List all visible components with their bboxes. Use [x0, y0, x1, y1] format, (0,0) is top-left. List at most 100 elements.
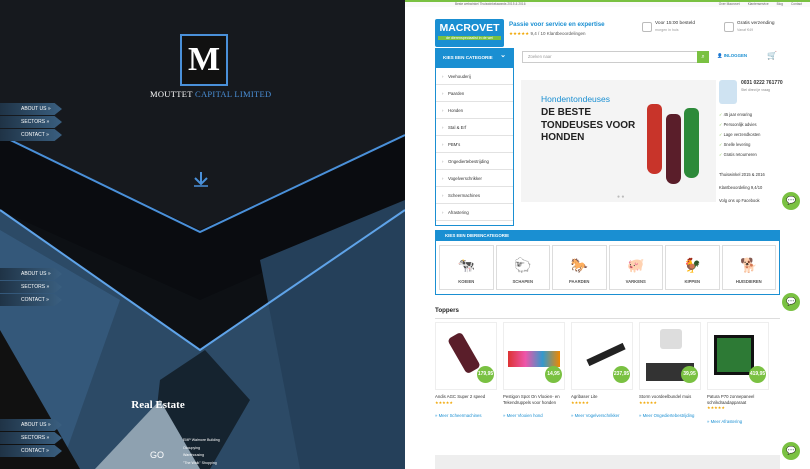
divider — [435, 318, 780, 319]
nav-about-us[interactable]: ABOUT US » — [0, 103, 62, 115]
product-card[interactable]: 237,95 Agribaser Lite ★★★★★ » Meer Vogel… — [571, 322, 633, 424]
price-badge: 14,95 — [545, 366, 562, 383]
more-link[interactable]: » Meer Ongediertebestrijding — [639, 413, 701, 419]
usp-title: Voor 15:00 besteld — [655, 21, 696, 26]
chat-icon[interactable]: 💬 — [782, 293, 800, 311]
logo-emblem[interactable]: M — [180, 34, 228, 86]
trust-item[interactable]: Volg ons op Facebook — [719, 194, 789, 207]
usp-shipping: Gratis verzending Vanaf €49 — [724, 21, 775, 33]
search-icon[interactable]: ⌕ — [697, 51, 709, 63]
benefit-item: 45 jaar ervaring — [719, 110, 789, 120]
more-link[interactable]: » Meer Afrastering — [707, 419, 769, 425]
chat-icon[interactable]: 💬 — [782, 192, 800, 210]
category-item[interactable]: Paarden — [436, 85, 513, 102]
product-card[interactable]: 39,95 Storm voordeelbundel muis ★★★★★ » … — [639, 322, 701, 424]
product-name[interactable]: Patura P70 zonnepaneel schrikdraadappara… — [707, 394, 769, 405]
avatar — [719, 80, 737, 104]
dog-icon: 🐕 — [740, 257, 758, 273]
animal-tile-schapen[interactable]: 🐑 SCHAPEN — [495, 245, 550, 290]
price-badge: 179,95 — [477, 366, 494, 383]
price-badge: 237,95 — [613, 366, 630, 383]
phone-text: 0031 0222 761770 — [741, 80, 783, 86]
product-card[interactable]: 419,95 Patura P70 zonnepaneel schrikdraa… — [707, 322, 769, 424]
rating-stars: ★★★★★ — [509, 31, 530, 36]
hero-title: DE BESTE TONDEUSES VOOR HONDEN — [541, 107, 636, 143]
scroll-down-icon[interactable] — [191, 170, 211, 190]
trust-item[interactable]: Klantbeoordeling 9,4/10 — [719, 181, 789, 194]
list-item[interactable]: Warehousing — [183, 452, 220, 460]
list-item[interactable]: EMP Walmore Building — [183, 437, 220, 445]
brand-sub: de dierenspeciaalist in de wei — [438, 36, 501, 40]
animal-tile-huisdieren[interactable]: 🐕 HUISDIEREN — [721, 245, 776, 290]
clipper-image — [647, 104, 662, 174]
search-input[interactable]: Zoeken naar — [522, 51, 709, 63]
chat-icon[interactable]: 💬 — [782, 442, 800, 460]
list-item[interactable]: "The Walk" Shopping — [183, 460, 220, 468]
category-item[interactable]: Veehouderij — [436, 68, 513, 85]
nav-sectors[interactable]: SECTORS » — [0, 116, 62, 128]
nav-about-us[interactable]: ABOUT US » — [0, 268, 62, 280]
animal-label: SCHAPEN — [512, 279, 533, 284]
nav-group-bottom: ABOUT US » SECTORS » CONTACT » — [0, 419, 62, 458]
animal-tile-kippen[interactable]: 🐓 KIPPEN — [665, 245, 720, 290]
trust-item[interactable]: Thuiswinkel 2015 & 2016 — [719, 168, 789, 181]
logo-name-1: MOUTTET — [150, 89, 193, 99]
phone-sub: Stel direct je vraag — [741, 88, 770, 92]
product-image[interactable]: 39,95 — [639, 322, 701, 390]
product-card[interactable]: 179,95 Andis AGC Super 2 speed ★★★★★ » M… — [435, 322, 497, 424]
product-image[interactable]: 419,95 — [707, 322, 769, 390]
cart-icon[interactable]: 🛒 — [767, 51, 777, 60]
category-item[interactable]: Stal & Erf — [436, 119, 513, 136]
product-list: 179,95 Andis AGC Super 2 speed ★★★★★ » M… — [435, 322, 780, 424]
category-item[interactable]: Vogelverschrikker — [436, 170, 513, 187]
more-link[interactable]: » Meer Vogelverschrikker — [571, 413, 633, 419]
category-item[interactable]: Scheermachines — [436, 187, 513, 204]
nav-about-us[interactable]: ABOUT US » — [0, 419, 62, 431]
animal-tile-varkens[interactable]: 🐖 VARKENS — [608, 245, 663, 290]
product-card[interactable]: 14,95 Pestigon Spot On Vlooien- en Teken… — [503, 322, 565, 424]
nav-contact[interactable]: CONTACT » — [0, 129, 62, 141]
benefit-list: 45 jaar ervaring Persoonlijk advies Lage… — [719, 110, 789, 160]
more-link[interactable]: » Meer Scheermachines — [435, 413, 497, 419]
price-badge: 39,95 — [681, 366, 698, 383]
carousel-dots[interactable]: ● ● — [617, 194, 624, 200]
animal-tile-koeien[interactable]: 🐄 KOEIEN — [439, 245, 494, 290]
product-stars: ★★★★★ — [639, 399, 657, 405]
login-link[interactable]: 👤 INLOGGEN — [717, 53, 747, 59]
macrovet-logo[interactable]: MACROVET de dierenspeciaalist in de wei — [435, 19, 504, 47]
more-link[interactable]: » Meer Vlooien hond — [503, 413, 565, 419]
rating: ★★★★★ 9,4 / 10 Klantbeoordelingen — [509, 31, 585, 37]
go-button[interactable]: GO — [150, 450, 164, 460]
tagline: Passie voor service en expertise — [509, 21, 605, 28]
nav-sectors[interactable]: SECTORS » — [0, 432, 62, 444]
category-item[interactable]: Ongediertebestrijding — [436, 153, 513, 170]
real-estate-list: EMP Walmore Building Occupying Warehousi… — [183, 437, 220, 467]
product-image[interactable]: 237,95 — [571, 322, 633, 390]
logo-letter: M — [187, 41, 221, 78]
category-item[interactable]: Afrastering — [436, 204, 513, 221]
list-item[interactable]: Occupying — [183, 445, 220, 453]
sheep-icon: 🐑 — [514, 257, 532, 273]
category-item[interactable]: Honden — [436, 102, 513, 119]
benefit-item: Snelle levering — [719, 140, 789, 150]
product-image[interactable]: 179,95 — [435, 322, 497, 390]
hero-banner[interactable]: Hondentondeuses DE BESTE TONDEUSES VOOR … — [521, 80, 716, 202]
nav-sectors[interactable]: SECTORS » — [0, 281, 62, 293]
animal-label: HUISDIEREN — [735, 279, 762, 284]
animal-category-header[interactable]: KIES EEN DIERENCATEGORIE — [435, 230, 780, 241]
nav-contact[interactable]: CONTACT » — [0, 445, 62, 457]
hero-subtitle: Hondentondeuses — [541, 94, 611, 104]
trust-badges: Thuiswinkel 2015 & 2016 Klantbeoordeling… — [719, 168, 789, 207]
clipper-image — [684, 108, 699, 178]
product-image[interactable]: 14,95 — [503, 322, 565, 390]
logo-name-2: CAPITAL LIMITED — [195, 89, 272, 99]
next-section-banner — [435, 455, 780, 469]
category-list: Veehouderij Paarden Honden Stal & Erf PB… — [435, 68, 514, 226]
animal-tile-paarden[interactable]: 🐎 PAARDEN — [552, 245, 607, 290]
usp-sub: morgen in huis — [655, 28, 679, 32]
nav-contact[interactable]: CONTACT » — [0, 294, 62, 306]
category-menu-button[interactable]: KIES EEN CATEGORIE — [435, 46, 514, 68]
category-item[interactable]: PBM's — [436, 136, 513, 153]
package-icon — [724, 22, 734, 32]
product-name[interactable]: Pestigon Spot On Vlooien- en Tekendruppe… — [503, 394, 565, 405]
